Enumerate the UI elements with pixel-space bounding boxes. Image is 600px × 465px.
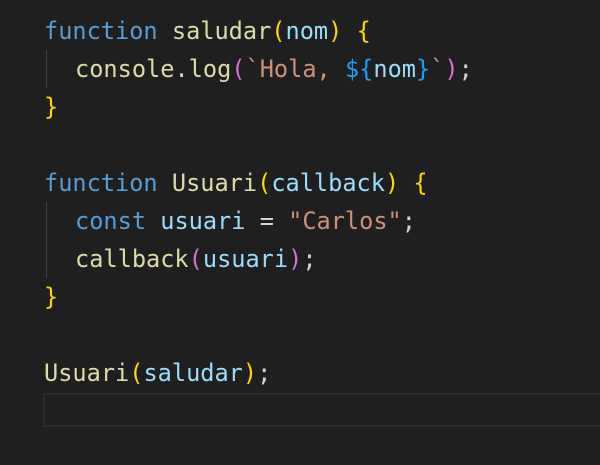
brace-open: { — [413, 169, 428, 197]
brace-close: } — [44, 93, 59, 121]
code-line-2[interactable]: console.log(`Hola, ${nom}`); — [75, 50, 473, 88]
code-line-7[interactable]: callback(usuari); — [75, 240, 317, 278]
paren-close: ) — [288, 245, 303, 273]
code-line-6[interactable]: const usuari = "Carlos"; — [75, 202, 416, 240]
template-string-end: ` — [430, 55, 445, 83]
brace-open: { — [356, 17, 371, 45]
keyword-const: const — [75, 207, 147, 235]
indent-guide — [46, 50, 47, 88]
code-line-1[interactable]: function saludar(nom) { — [44, 12, 371, 50]
argument: usuari — [202, 245, 289, 273]
object-name: console — [75, 55, 175, 83]
paren-close: ) — [242, 359, 258, 387]
template-string: `Hola, — [245, 55, 345, 83]
dot: . — [174, 55, 189, 83]
code-editor[interactable]: function saludar(nom) { console.log(`Hol… — [0, 0, 600, 465]
brace-close: } — [44, 283, 59, 311]
parameter: callback — [271, 169, 385, 197]
indent-guide — [46, 202, 47, 278]
semicolon: ; — [401, 207, 416, 235]
semicolon: ; — [458, 55, 473, 83]
string-literal: "Carlos" — [288, 207, 402, 235]
current-line-highlight[interactable] — [43, 393, 600, 427]
parameter: nom — [285, 17, 329, 45]
interpolation-close: } — [415, 55, 431, 83]
code-line-5[interactable]: function Usuari(callback) { — [44, 164, 428, 202]
keyword-function: function — [44, 169, 158, 197]
method-name: log — [188, 55, 232, 83]
semicolon: ; — [302, 245, 317, 273]
paren-close: ) — [384, 169, 400, 197]
code-line-3[interactable]: } — [44, 88, 58, 126]
paren-open: ( — [271, 17, 286, 45]
function-name: Usuari — [171, 169, 258, 197]
argument: saludar — [143, 359, 243, 387]
semicolon: ; — [257, 359, 272, 387]
keyword-function: function — [44, 17, 158, 45]
assignment-operator: = — [245, 207, 289, 235]
function-call: Usuari — [44, 359, 130, 387]
function-name: saludar — [171, 17, 272, 45]
function-call: callback — [75, 245, 189, 273]
code-line-10[interactable]: Usuari(saludar); — [44, 354, 271, 392]
interpolation-open: ${ — [344, 55, 374, 83]
paren-open: ( — [257, 169, 272, 197]
variable-name: usuari — [160, 207, 246, 235]
paren-open: ( — [129, 359, 144, 387]
paren-open: ( — [231, 55, 246, 83]
interpolated-variable: nom — [373, 55, 416, 83]
paren-close: ) — [328, 17, 343, 45]
paren-open: ( — [188, 245, 203, 273]
paren-close: ) — [444, 55, 459, 83]
code-line-8[interactable]: } — [44, 278, 58, 316]
